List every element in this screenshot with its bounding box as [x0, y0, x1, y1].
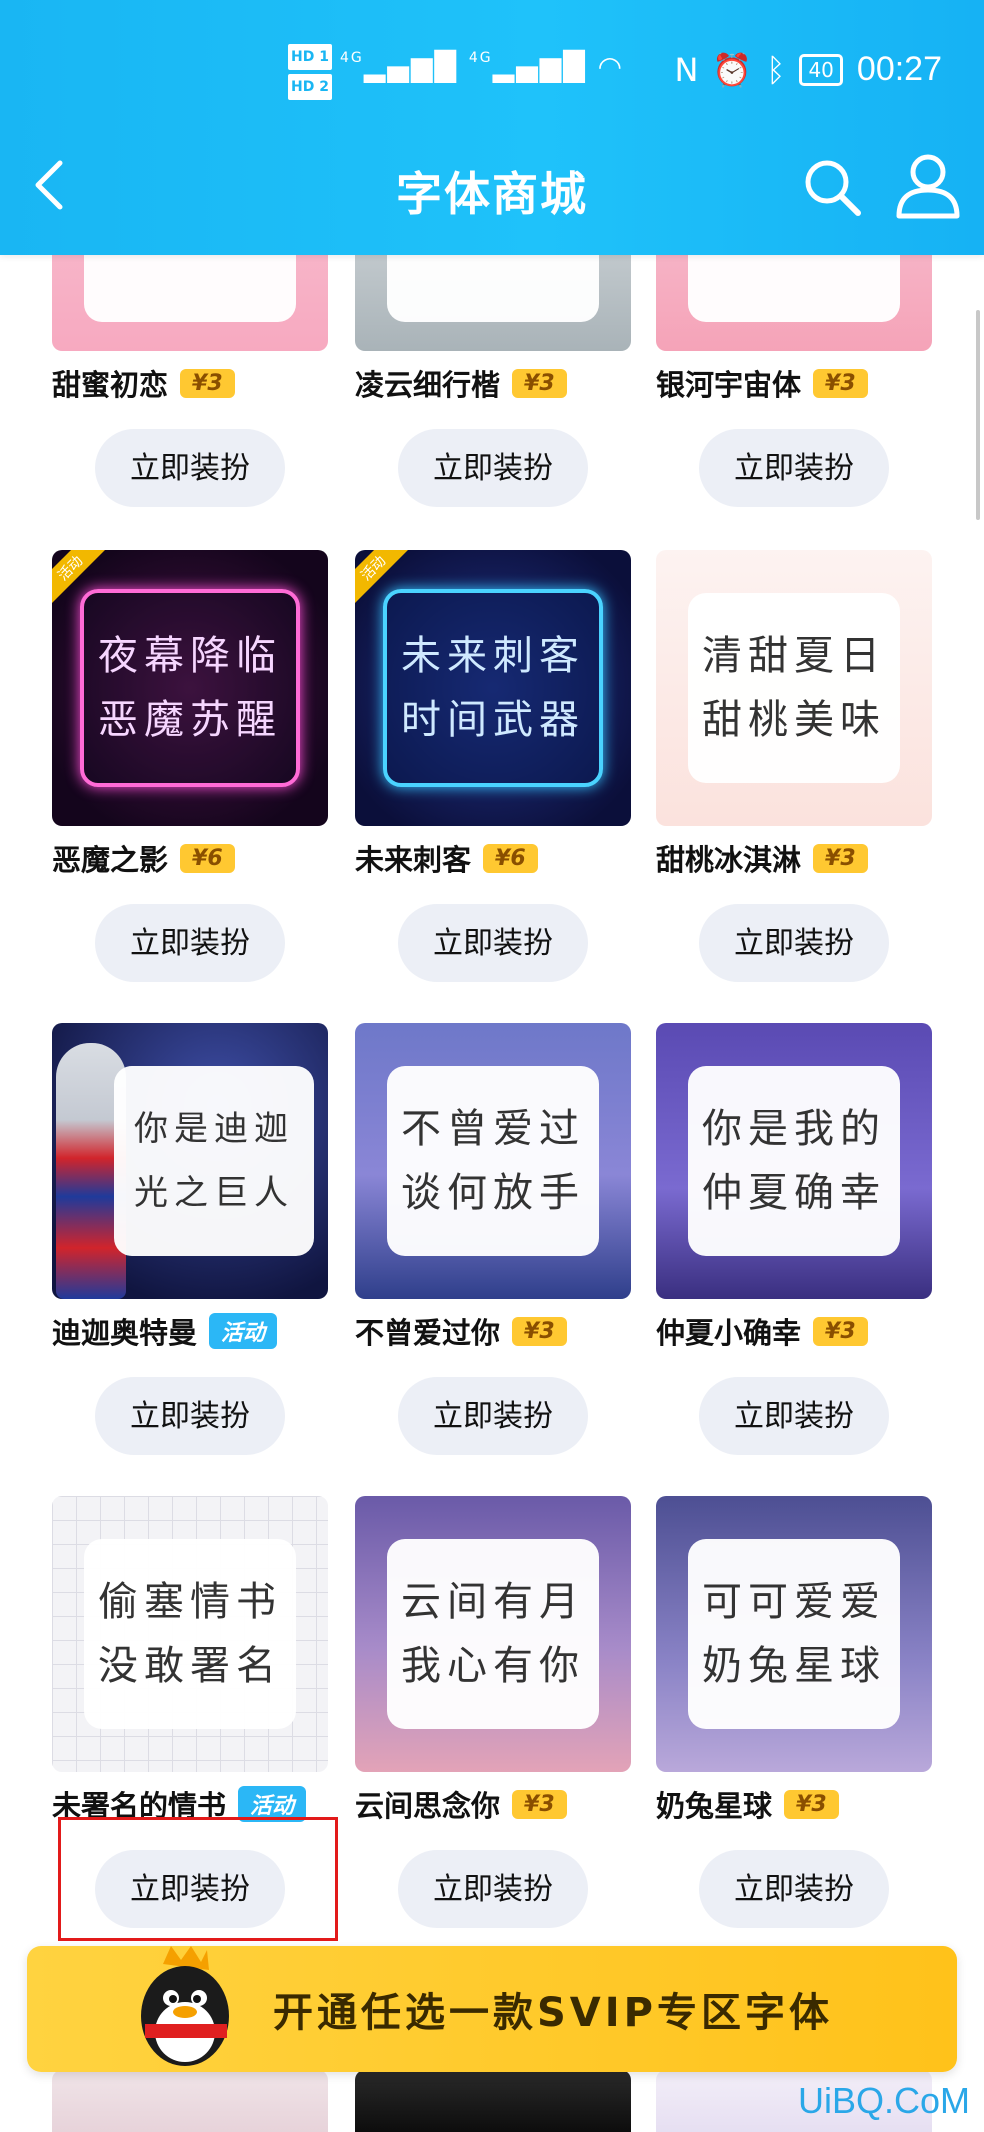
font-name: 甜蜜初恋: [52, 368, 169, 402]
apply-button[interactable]: 立即装扮: [95, 904, 285, 982]
apply-button[interactable]: 立即装扮: [95, 429, 285, 507]
price-badge: ¥3: [784, 1789, 839, 1819]
font-card-buceng[interactable]: 不曾爱过 谈何放手 不曾爱过你 ¥3 立即装扮: [355, 1023, 631, 1455]
preview-text-box: 夜幕降临 恶魔苏醒: [80, 589, 300, 787]
status-bar: HD 1 HD 2 4G▂▄▆█ 4G▂▄▆█ ◠ N ⏰ ᛒ 40 00:27: [0, 0, 984, 142]
price-badge: ¥3: [813, 368, 868, 398]
status-right: N ⏰ ᛒ 40 00:27: [674, 50, 942, 89]
font-name: 迪迦奥特曼: [52, 1316, 198, 1350]
preview-text-box: 你是迪迦 光之巨人: [114, 1066, 314, 1256]
font-preview[interactable]: 活动 未来刺客 时间武器: [355, 550, 631, 826]
font-card-dijia[interactable]: 你是迪迦 光之巨人 迪迦奥特曼 活动 立即装扮: [52, 1023, 328, 1455]
font-preview[interactable]: 不曾爱过 谈何放手: [355, 1023, 631, 1299]
watermark: UiBQ.CoM: [797, 2080, 970, 2121]
apply-button[interactable]: 立即装扮: [398, 1850, 588, 1928]
bluetooth-icon: ᛒ: [766, 50, 786, 89]
font-name: 银河宇宙体: [656, 368, 802, 402]
price-badge: ¥3: [813, 1316, 868, 1346]
price-badge: ¥3: [813, 843, 868, 873]
highlight-box: [58, 1817, 338, 1941]
svip-banner-label: 开通任选一款SVIP专区字体: [273, 1990, 833, 2036]
font-preview[interactable]: 云间有月 我心有你: [355, 1496, 631, 1772]
nfc-icon: N: [674, 50, 699, 89]
font-name: 仲夏小确幸: [656, 1316, 802, 1350]
apply-button[interactable]: 立即装扮: [398, 904, 588, 982]
signal-icon: 4G▂▄▆█ 4G▂▄▆█ ◠: [340, 50, 625, 83]
event-tag: 活动: [209, 1313, 278, 1349]
apply-button[interactable]: 立即装扮: [699, 1377, 889, 1455]
qq-penguin-icon: [141, 1946, 229, 2066]
clock: 00:27: [856, 50, 942, 88]
font-preview[interactable]: 清甜夏日 甜桃美味: [656, 550, 932, 826]
font-name: 不曾爱过你: [355, 1316, 501, 1350]
font-card-weilai[interactable]: 活动 未来刺客 时间武器 未来刺客 ¥6 立即装扮: [355, 550, 631, 982]
svip-banner[interactable]: 开通任选一款SVIP专区字体: [27, 1946, 957, 2072]
font-name: 未来刺客: [355, 843, 472, 877]
preview-text-box: 不曾爱过 谈何放手: [387, 1066, 599, 1256]
apply-button[interactable]: 立即装扮: [95, 1377, 285, 1455]
preview-text-box: 清甜夏日 甜桃美味: [688, 593, 900, 783]
font-card-yunjian[interactable]: 云间有月 我心有你 云间思念你 ¥3 立即装扮: [355, 1496, 631, 1928]
search-icon[interactable]: [800, 155, 864, 219]
font-name: 凌云细行楷: [355, 368, 501, 402]
preview-text-box: 云间有月 我心有你: [387, 1539, 599, 1729]
font-card-tiantao[interactable]: 清甜夏日 甜桃美味 甜桃冰淇淋 ¥3 立即装扮: [656, 550, 932, 982]
apply-button[interactable]: 立即装扮: [398, 1377, 588, 1455]
price-badge: ¥3: [512, 1316, 567, 1346]
scrollbar[interactable]: [976, 310, 980, 520]
app-header: HD 1 HD 2 4G▂▄▆█ 4G▂▄▆█ ◠ N ⏰ ᛒ 40 00:27…: [0, 0, 984, 255]
price-badge: ¥6: [180, 843, 235, 873]
alarm-icon: ⏰: [712, 50, 753, 89]
font-preview[interactable]: 你是我的 仲夏确幸: [656, 1023, 932, 1299]
font-preview[interactable]: 可可爱爱 奶兔星球: [656, 1496, 932, 1772]
hd-indicators: HD 1 HD 2: [288, 44, 332, 104]
battery-icon: 40: [799, 53, 843, 86]
font-preview[interactable]: 活动 夜幕降临 恶魔苏醒: [52, 550, 328, 826]
price-badge: ¥6: [483, 843, 538, 873]
price-badge: ¥3: [512, 368, 567, 398]
preview-text-box: 未来刺客 时间武器: [383, 589, 603, 787]
apply-button[interactable]: 立即装扮: [699, 904, 889, 982]
font-card-emo[interactable]: 活动 夜幕降临 恶魔苏醒 恶魔之影 ¥6 立即装扮: [52, 550, 328, 982]
font-name: 恶魔之影: [52, 843, 169, 877]
price-badge: ¥3: [180, 368, 235, 398]
preview-text-box: 偷塞情书 没敢署名: [84, 1539, 296, 1729]
font-preview-partial[interactable]: [52, 2070, 328, 2132]
user-profile-icon[interactable]: [893, 150, 963, 220]
apply-button[interactable]: 立即装扮: [699, 1850, 889, 1928]
font-name: 云间思念你: [355, 1789, 501, 1823]
font-preview-partial[interactable]: [355, 2070, 631, 2132]
preview-text-box: 你是我的 仲夏确幸: [688, 1066, 900, 1256]
font-name: 奶兔星球: [656, 1789, 773, 1823]
preview-text-box: 可可爱爱 奶兔星球: [688, 1539, 900, 1729]
font-preview[interactable]: 偷塞情书 没敢署名: [52, 1496, 328, 1772]
apply-button[interactable]: 立即装扮: [398, 429, 588, 507]
font-card-naitu[interactable]: 可可爱爱 奶兔星球 奶兔星球 ¥3 立即装扮: [656, 1496, 932, 1928]
font-name: 甜桃冰淇淋: [656, 843, 802, 877]
price-badge: ¥3: [512, 1789, 567, 1819]
apply-button[interactable]: 立即装扮: [699, 429, 889, 507]
font-preview[interactable]: 你是迪迦 光之巨人: [52, 1023, 328, 1299]
font-card-zhongxia[interactable]: 你是我的 仲夏确幸 仲夏小确幸 ¥3 立即装扮: [656, 1023, 932, 1455]
